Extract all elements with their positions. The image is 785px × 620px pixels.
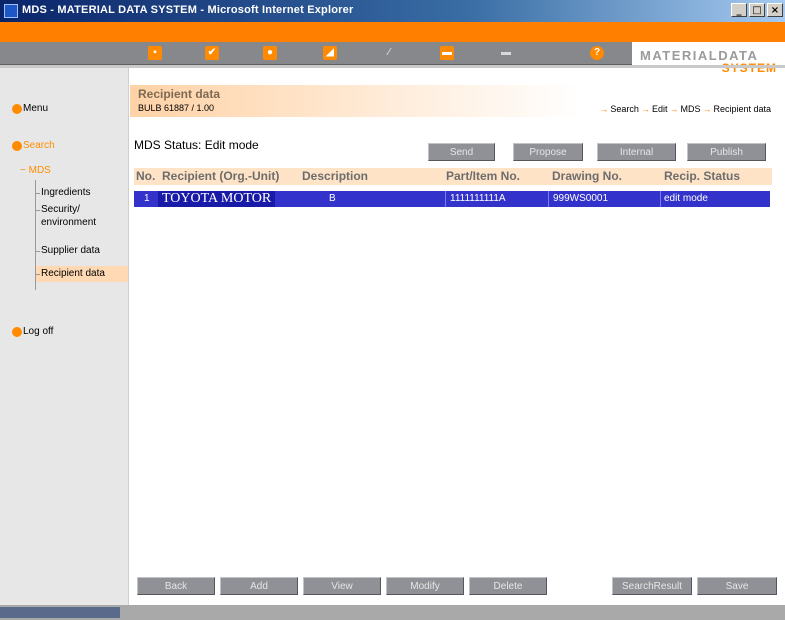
breadcrumb-item: Recipient data — [713, 104, 771, 114]
breadcrumb-item[interactable]: MDS — [680, 104, 700, 114]
tree-connector — [35, 251, 40, 252]
cell-no: 1 — [144, 193, 150, 204]
column-separator — [445, 191, 446, 207]
breadcrumb-item[interactable]: Search — [610, 104, 639, 114]
maximize-button[interactable]: □ — [749, 3, 765, 17]
mds-status: MDS Status: Edit mode — [134, 138, 259, 152]
check-icon[interactable]: ✔ — [205, 46, 219, 60]
sidebar: Menu Search − MDS Ingredients Security/ … — [0, 68, 129, 605]
column-header-no[interactable]: No. — [136, 169, 155, 183]
minimize-button[interactable]: _ — [731, 3, 747, 17]
save-button[interactable]: Save — [697, 577, 777, 595]
table-header: No. Recipient (Org.-Unit) Description Pa… — [134, 168, 772, 185]
column-header-recip-status[interactable]: Recip. Status — [664, 169, 740, 183]
sidebar-item-mds[interactable]: − MDS — [20, 165, 51, 176]
cell-recipient: TOYOTA MOTOR — [158, 191, 276, 207]
column-header-description[interactable]: Description — [302, 169, 368, 183]
tree-connector — [35, 193, 40, 194]
column-header-recipient[interactable]: Recipient (Org.-Unit) — [162, 169, 279, 183]
arrow-icon: → — [640, 104, 650, 114]
arrow-icon: → — [599, 104, 609, 114]
taskbar-start-area[interactable] — [0, 607, 120, 618]
arrow-icon: → — [669, 104, 679, 114]
material-data-system-logo: MATERIALDATA SYSTEM — [632, 42, 785, 78]
sidebar-item-label: Search — [23, 140, 55, 151]
page-title: Recipient data — [138, 87, 221, 101]
logo-line-2: SYSTEM — [721, 61, 777, 75]
help-icon[interactable]: ? — [590, 46, 604, 60]
tree-connector — [35, 210, 40, 211]
bullet-icon — [12, 103, 22, 114]
window-title-bar: MDS - MATERIAL DATA SYSTEM - Microsoft I… — [0, 0, 785, 22]
save-icon[interactable]: ▪ — [148, 46, 162, 60]
sidebar-item-logoff[interactable]: Log off — [12, 326, 53, 337]
sidebar-item-label: Log off — [23, 326, 54, 337]
orange-header-band — [0, 22, 785, 42]
bullet-icon — [12, 140, 22, 151]
pen-icon[interactable]: ⁄ — [382, 46, 396, 60]
column-separator — [660, 191, 661, 207]
page-header: Recipient data BULB 61887 / 1.00 → Searc… — [130, 85, 775, 117]
print-icon[interactable]: ▬ — [440, 46, 454, 60]
edit-icon[interactable]: ◢ — [323, 46, 337, 60]
publish-button[interactable]: Publish — [687, 143, 766, 161]
bullet-icon — [12, 326, 22, 337]
search-icon[interactable]: ● — [263, 46, 277, 60]
cell-part-no: 1111111111A — [450, 193, 506, 204]
sidebar-item-security[interactable]: Security/ — [41, 204, 80, 215]
sidebar-item-search[interactable]: Search — [12, 140, 55, 151]
cell-description: B — [329, 193, 336, 204]
sidebar-item-menu[interactable]: Menu — [12, 103, 48, 114]
modify-button[interactable]: Modify — [386, 577, 464, 595]
internal-button[interactable]: Internal — [597, 143, 676, 161]
table-row[interactable]: 1 TOYOTA MOTOR B 1111111111A 999WS0001 e… — [134, 191, 770, 207]
sidebar-item-supplier-data[interactable]: Supplier data — [41, 245, 100, 256]
column-separator — [548, 191, 549, 207]
page-subtitle: BULB 61887 / 1.00 — [138, 103, 215, 113]
printer-icon[interactable]: ▬ — [499, 46, 513, 60]
window-controls: _ □ × — [731, 3, 783, 17]
collapse-icon: − — [20, 165, 26, 176]
view-button[interactable]: View — [303, 577, 381, 595]
sidebar-item-recipient-data[interactable]: Recipient data — [41, 268, 105, 279]
arrow-icon: → — [702, 104, 712, 114]
cell-drawing-no: 999WS0001 — [553, 193, 609, 204]
sidebar-item-label: Menu — [23, 103, 49, 114]
column-header-part-no[interactable]: Part/Item No. — [446, 169, 520, 183]
taskbar — [0, 605, 785, 620]
sidebar-item-environment[interactable]: environment — [41, 217, 96, 228]
add-button[interactable]: Add — [220, 577, 298, 595]
delete-button[interactable]: Delete — [469, 577, 547, 595]
window-title: MDS - MATERIAL DATA SYSTEM - Microsoft I… — [22, 4, 354, 16]
send-button[interactable]: Send — [428, 143, 495, 161]
breadcrumb-item[interactable]: Edit — [652, 104, 668, 114]
sidebar-item-label: MDS — [28, 165, 51, 176]
column-header-drawing-no[interactable]: Drawing No. — [552, 169, 622, 183]
breadcrumb: → Search → Edit → MDS → Recipient data — [597, 104, 771, 114]
close-button[interactable]: × — [767, 3, 783, 17]
ie-app-icon — [4, 4, 18, 18]
search-result-button[interactable]: SearchResult — [612, 577, 692, 595]
propose-button[interactable]: Propose — [513, 143, 583, 161]
back-button[interactable]: Back — [137, 577, 215, 595]
sidebar-item-ingredients[interactable]: Ingredients — [41, 187, 90, 198]
tree-connector — [35, 274, 40, 275]
cell-recip-status: edit mode — [664, 193, 708, 204]
